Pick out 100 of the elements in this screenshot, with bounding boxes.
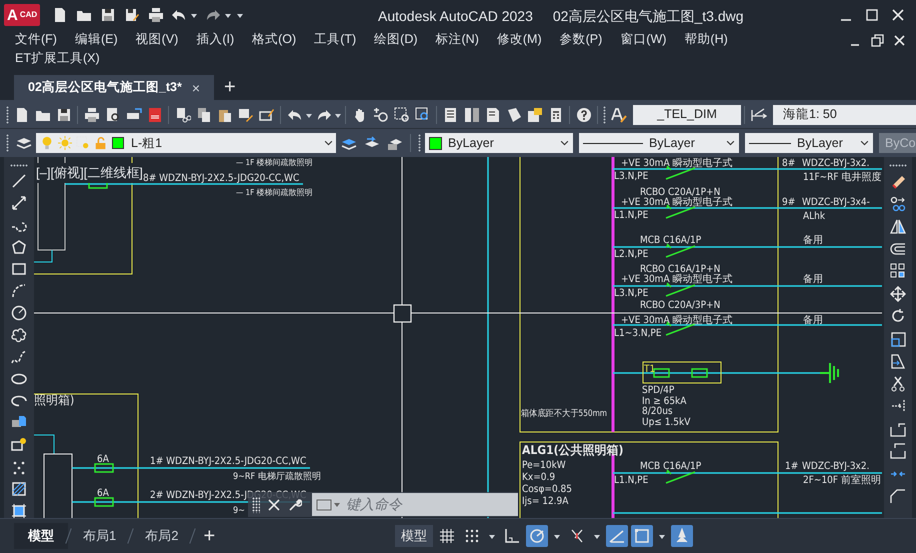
drawing-label: L1.N,PE [614, 475, 648, 486]
drawing-label: L1~3.N,PE [614, 328, 662, 339]
menu-item[interactable]: 标注(N) [432, 30, 482, 49]
add-layout-button[interactable]: + [203, 526, 216, 546]
drawing-label: 1# [785, 461, 798, 472]
color-dropdown[interactable]: ByLayer [425, 133, 573, 153]
drawing-label: L2.N,PE [614, 249, 648, 260]
toolbar-grip[interactable] [603, 106, 606, 124]
toolbar-grip[interactable] [6, 106, 9, 124]
line-sample [583, 142, 643, 144]
drawing-label: L3.N,PE [614, 288, 648, 299]
layer-name: L-粗1 [131, 134, 164, 152]
drawing-label: Cosφ=0.85 [522, 484, 572, 495]
drawing-label: Up≤ 1.5kV [642, 417, 690, 428]
drawing-label: T1 [644, 364, 656, 375]
command-prompt-icon[interactable] [316, 496, 342, 512]
menu-item[interactable]: 视图(V) [132, 30, 182, 49]
toolbar-grip[interactable] [6, 134, 9, 152]
drawing-label: 8/20us [642, 406, 673, 417]
drawing-label: L3.N,PE [614, 171, 648, 182]
drawing-label: SPD/4P [642, 385, 674, 396]
menu-item[interactable]: 参数(P) [556, 30, 606, 49]
drawing-label: 2# WDZN-BYJ-2X2.5-JDG20-CC,WC [150, 490, 306, 501]
line-sample [749, 142, 791, 144]
drawing-label: Kx=0.9 [522, 472, 556, 483]
linetype-value: ByLayer [649, 134, 696, 152]
menu-item[interactable]: 窗口(W) [617, 30, 670, 49]
toolbar-grip[interactable] [10, 164, 28, 167]
layer-dropdown[interactable]: L-粗1 [36, 133, 336, 153]
layout-tab[interactable]: 布局1 [69, 523, 130, 549]
menu-item[interactable]: 文件(F) [12, 30, 60, 49]
drawing-label: 11F~RF 电井照度 [803, 172, 882, 183]
menu-item[interactable]: 编辑(E) [72, 30, 121, 49]
drawing-label: WDZC-BYJ-3x4- [802, 197, 870, 208]
drawing-label: — 1F 楼梯间疏散照明 [236, 158, 312, 167]
drawing-label: ALG1(公共照明箱) [522, 443, 624, 457]
color-swatch [429, 136, 442, 150]
drawing-label: 备用 [803, 274, 823, 285]
polar-tracking-icon[interactable] [526, 525, 548, 547]
close-icon[interactable] [892, 33, 906, 47]
document-tab[interactable]: 02高层公区电气施工图_t3* × [14, 75, 214, 100]
drawing-label: RCBO C16A/1P+N [640, 264, 720, 275]
menu-item[interactable]: 插入(I) [193, 30, 238, 49]
dimension-style-dropdown[interactable]: 海龍1: 50 [773, 104, 916, 124]
drawing-label: Ijs= 12.9A [522, 496, 568, 507]
menu-item[interactable]: 绘图(D) [371, 30, 421, 49]
drawing-label: 9# [782, 197, 796, 208]
text-style-dropdown[interactable]: _TEL_DIM [633, 104, 741, 124]
menu-item[interactable]: 工具(T) [311, 30, 360, 49]
drawing-label: ALhk [803, 211, 826, 222]
model-space-button[interactable]: 模型 [395, 525, 434, 547]
menu-item[interactable]: 格式(O) [249, 30, 300, 49]
linetype-dropdown[interactable]: ByLayer [579, 133, 739, 153]
file-name: 02高层公区电气施工图_t3.dwg [552, 7, 744, 26]
lineweight-dropdown[interactable]: ByLayer [745, 133, 873, 153]
tab-close-button[interactable]: × [192, 80, 200, 94]
drawing-label: L1.N,PE [614, 210, 648, 221]
drawing-label: 照明箱) [34, 393, 74, 407]
drawing-label: 9~ [233, 506, 245, 516]
maximize-icon[interactable] [864, 7, 880, 23]
drawing-label: 6A [97, 488, 109, 499]
color-value: ByLayer [448, 134, 495, 152]
caret-icon [560, 138, 569, 148]
toolbar-grip[interactable] [889, 164, 907, 167]
menu-item[interactable]: ET扩展工具(X) [12, 49, 103, 68]
drawing-label: 2F~10F 前室照明 [803, 475, 881, 486]
annotation-icon[interactable] [671, 525, 694, 547]
window-title: Autodesk AutoCAD 2023 [378, 7, 533, 26]
drawing-label: In ≥ 65kA [642, 396, 686, 407]
new-tab-button[interactable]: + [224, 77, 236, 97]
layer-color-swatch [112, 137, 124, 149]
drawing-label: WDZC-BYJ-3x2. [802, 461, 870, 472]
drawing-label: 1# WDZN-BYJ-2X2.5-JDG20-CC,WC [150, 456, 306, 467]
caret-icon [190, 11, 198, 19]
drawing-label: +VE 30mA 瞬动型电子式 [621, 197, 732, 208]
menu-item[interactable]: 修改(M) [494, 30, 545, 49]
drawing-label: 8# [782, 158, 796, 169]
caret-icon [726, 138, 735, 148]
drawing-label: RCBO C20A/3P+N [640, 300, 720, 311]
close-icon[interactable] [890, 7, 906, 23]
angle-icon[interactable] [606, 525, 628, 547]
caret-icon [860, 138, 869, 148]
layout-tab[interactable]: 模型 [14, 523, 68, 549]
caret-icon [324, 139, 332, 147]
drawing-label: +VE 30mA 瞬动型电子式 [621, 315, 732, 326]
logo-label: CAD [20, 11, 38, 19]
lineweight-value: ByLayer [797, 134, 844, 152]
object-snap-icon[interactable] [631, 525, 654, 547]
layout-tab[interactable]: 布局2 [131, 523, 192, 549]
cursor-pickbox [393, 304, 412, 323]
menu-item[interactable]: 帮助(H) [681, 30, 731, 49]
drawing-label: WDZC-BYJ-3x2. [802, 158, 870, 169]
restore-icon[interactable] [870, 33, 884, 47]
drawing-label: 备用 [803, 235, 823, 246]
drawing-label: — 1F 楼梯间疏散照明 [236, 188, 312, 197]
drawing-label: 备用 [803, 315, 823, 326]
toolbar-grip[interactable] [418, 134, 421, 152]
drawing-label: 6A [97, 454, 109, 465]
drawing-label: MCB C16A/1P [640, 461, 702, 472]
viewport-controls-label[interactable]: [–][俯视][二维线框] [36, 163, 143, 182]
